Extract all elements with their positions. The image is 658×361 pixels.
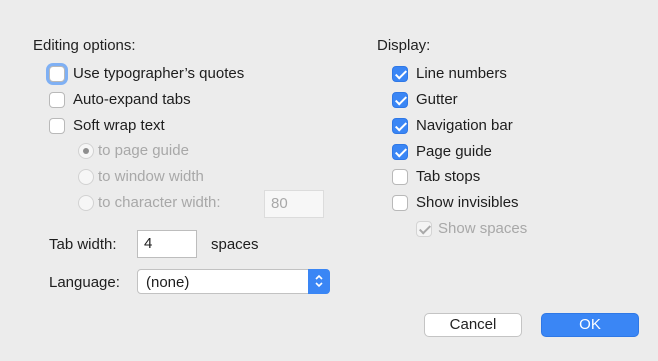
wrap-character-width-label: to character width: (98, 194, 221, 211)
display-heading: Display: (377, 37, 431, 54)
wrap-window-width-label: to window width (98, 168, 204, 185)
tab-width-units-label: spaces (211, 236, 259, 253)
character-width-input[interactable]: 80 (264, 190, 324, 218)
page-guide-label: Page guide (416, 143, 492, 160)
tab-width-input[interactable]: 4 (137, 230, 197, 258)
tab-stops-checkbox[interactable] (392, 169, 408, 185)
wrap-character-width-radio[interactable] (78, 195, 94, 211)
wrap-window-width-radio[interactable] (78, 169, 94, 185)
ok-button[interactable]: OK (541, 313, 639, 337)
navigation-bar-label: Navigation bar (416, 117, 513, 134)
language-label: Language: (49, 274, 120, 291)
auto-expand-tabs-label: Auto-expand tabs (73, 91, 191, 108)
use-typographers-quotes-checkbox[interactable] (49, 66, 65, 82)
soft-wrap-text-checkbox[interactable] (49, 118, 65, 134)
show-invisibles-checkbox[interactable] (392, 195, 408, 211)
language-select[interactable]: (none) (137, 269, 330, 294)
auto-expand-tabs-checkbox[interactable] (49, 92, 65, 108)
wrap-page-guide-radio[interactable] (78, 143, 94, 159)
tab-stops-label: Tab stops (416, 168, 481, 185)
show-spaces-checkbox[interactable] (416, 221, 432, 237)
language-select-value: (none) (146, 274, 190, 291)
soft-wrap-text-label: Soft wrap text (73, 117, 165, 134)
show-spaces-label: Show spaces (438, 220, 528, 237)
line-numbers-label: Line numbers (416, 65, 507, 82)
use-typographers-quotes-label: Use typographer’s quotes (73, 65, 245, 82)
chevron-updown-icon (308, 269, 330, 294)
wrap-page-guide-label: to page guide (98, 142, 189, 159)
gutter-checkbox[interactable] (392, 92, 408, 108)
line-numbers-checkbox[interactable] (392, 66, 408, 82)
cancel-button[interactable]: Cancel (424, 313, 522, 337)
page-guide-checkbox[interactable] (392, 144, 408, 160)
show-invisibles-label: Show invisibles (416, 194, 519, 211)
tab-width-label: Tab width: (49, 236, 117, 253)
navigation-bar-checkbox[interactable] (392, 118, 408, 134)
editing-options-heading: Editing options: (33, 37, 136, 54)
gutter-label: Gutter (416, 91, 458, 108)
